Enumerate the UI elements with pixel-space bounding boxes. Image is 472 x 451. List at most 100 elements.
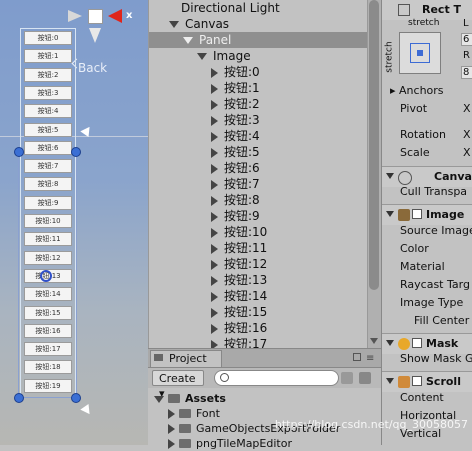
hierarchy-item-button[interactable]: 按钮:17 bbox=[149, 336, 382, 348]
fold-open-icon[interactable] bbox=[154, 395, 164, 403]
fold-closed-icon[interactable] bbox=[211, 115, 218, 126]
gizmo-axis-left-cone[interactable] bbox=[68, 10, 82, 22]
scene-view[interactable]: x Back 按钮:0 按钮:1 按钮:2 按钮:3 按钮:4 按钮:5 按钮:6 按钮:7 按… bbox=[0, 0, 148, 445]
pivot-handle[interactable] bbox=[40, 270, 52, 282]
scene-button-item[interactable]: 按钮:4 bbox=[24, 104, 72, 119]
hierarchy-scroll-thumb[interactable] bbox=[369, 0, 379, 290]
fold-closed-icon[interactable] bbox=[211, 227, 218, 238]
rect-handle-top-right[interactable] bbox=[71, 147, 81, 157]
foldout-icon[interactable] bbox=[386, 211, 394, 217]
fold-closed-icon[interactable] bbox=[211, 339, 218, 348]
folder-font[interactable]: Font bbox=[168, 406, 220, 421]
fold-closed-icon[interactable] bbox=[211, 211, 218, 222]
fold-closed-icon[interactable] bbox=[211, 243, 218, 254]
scene-button-item[interactable]: 按钮:12 bbox=[24, 250, 72, 265]
hierarchy-item-panel[interactable]: Panel bbox=[149, 32, 382, 48]
fold-closed-icon[interactable] bbox=[211, 83, 218, 94]
foldout-icon[interactable] bbox=[386, 378, 394, 384]
hierarchy-item-button[interactable]: 按钮:12 bbox=[149, 256, 382, 272]
hierarchy-item-button[interactable]: 按钮:1 bbox=[149, 80, 382, 96]
foldout-icon[interactable] bbox=[386, 173, 394, 179]
fold-closed-icon[interactable] bbox=[211, 99, 218, 110]
hierarchy-item-button[interactable]: 按钮:2 bbox=[149, 96, 382, 112]
fold-closed-icon[interactable] bbox=[211, 67, 218, 78]
foldout-icon[interactable] bbox=[386, 340, 394, 346]
scroll-rect-header[interactable]: Scroll bbox=[382, 371, 472, 392]
scene-button-item[interactable]: 按钮:11 bbox=[24, 232, 72, 247]
project-search-input[interactable] bbox=[214, 370, 339, 386]
gizmo-axis-down-cone[interactable] bbox=[89, 28, 101, 43]
fold-closed-icon[interactable] bbox=[168, 424, 175, 434]
mask-enabled-checkbox[interactable] bbox=[412, 338, 422, 348]
hierarchy-item-canvas[interactable]: Canvas bbox=[149, 16, 382, 32]
scene-button-item[interactable]: 按钮:0 bbox=[24, 31, 72, 45]
scene-button-item[interactable]: 按钮:8 bbox=[24, 177, 72, 192]
image-component-header[interactable]: Image bbox=[382, 204, 472, 225]
filter-by-label-icon[interactable] bbox=[359, 372, 371, 384]
scene-button-item[interactable]: 按钮:17 bbox=[24, 342, 72, 357]
fold-closed-icon[interactable] bbox=[168, 439, 175, 449]
hierarchy-item-image[interactable]: Image bbox=[149, 48, 382, 64]
fold-closed-icon[interactable] bbox=[211, 195, 218, 206]
scene-button-item[interactable]: 按钮:2 bbox=[24, 67, 72, 82]
lock-icon[interactable] bbox=[353, 353, 361, 361]
fold-closed-icon[interactable] bbox=[211, 307, 218, 318]
canvas-renderer-header[interactable]: Canva bbox=[382, 166, 472, 187]
hierarchy-item-button[interactable]: 按钮:11 bbox=[149, 240, 382, 256]
scene-button-item[interactable]: 按钮:16 bbox=[24, 323, 72, 338]
folder-pngtilemap[interactable]: pngTileMapEditor bbox=[168, 436, 292, 451]
hierarchy-item-button[interactable]: 按钮:9 bbox=[149, 208, 382, 224]
hierarchy-item-button[interactable]: 按钮:6 bbox=[149, 160, 382, 176]
fold-closed-icon[interactable] bbox=[211, 179, 218, 190]
hierarchy-item-button[interactable]: 按钮:8 bbox=[149, 192, 382, 208]
fold-closed-icon[interactable] bbox=[211, 323, 218, 334]
image-enabled-checkbox[interactable] bbox=[412, 209, 422, 219]
mask-component-header[interactable]: Mask bbox=[382, 333, 472, 354]
fold-open-icon[interactable] bbox=[197, 53, 207, 60]
scene-button-item[interactable]: 按钮:1 bbox=[24, 49, 72, 64]
hierarchy-item-button[interactable]: 按钮:7 bbox=[149, 176, 382, 192]
scene-button-item[interactable]: 按钮:18 bbox=[24, 360, 72, 375]
hierarchy-item-button[interactable]: 按钮:0 bbox=[149, 64, 382, 80]
fold-open-icon[interactable] bbox=[183, 37, 193, 44]
hierarchy-item-button[interactable]: 按钮:3 bbox=[149, 112, 382, 128]
fold-open-icon[interactable] bbox=[169, 21, 179, 28]
gizmo-center-cube[interactable] bbox=[88, 9, 103, 24]
hierarchy-item-button[interactable]: 按钮:16 bbox=[149, 320, 382, 336]
scene-button-item[interactable]: 按钮:10 bbox=[24, 214, 72, 228]
hierarchy-item-button[interactable]: 按钮:4 bbox=[149, 128, 382, 144]
panel-menu-icon[interactable]: ≡ bbox=[366, 353, 374, 364]
rect-handle-bottom-right[interactable] bbox=[71, 393, 81, 403]
hierarchy-item-button[interactable]: 按钮:5 bbox=[149, 144, 382, 160]
anchor-triangle-bottom[interactable] bbox=[80, 403, 94, 418]
fold-closed-icon[interactable] bbox=[211, 131, 218, 142]
fold-closed-icon[interactable] bbox=[211, 291, 218, 302]
rect-handle-bottom-left[interactable] bbox=[14, 393, 24, 403]
hierarchy-item-directional-light[interactable]: Directional Light bbox=[149, 0, 382, 16]
rect-field-2[interactable]: 8 bbox=[461, 66, 472, 79]
filter-by-type-icon[interactable] bbox=[341, 372, 353, 384]
scene-button-item[interactable]: 按钮:7 bbox=[24, 159, 72, 174]
fold-closed-icon[interactable] bbox=[211, 259, 218, 270]
folder-assets[interactable]: Assets bbox=[154, 391, 226, 406]
scroll-down-arrow-icon[interactable] bbox=[370, 338, 378, 344]
rect-transform-header[interactable]: Rect T bbox=[382, 0, 472, 20]
scene-button-item[interactable]: 按钮:19 bbox=[24, 378, 72, 393]
fold-closed-icon[interactable] bbox=[168, 409, 175, 419]
scene-button-item[interactable]: 按钮:15 bbox=[24, 305, 72, 320]
scene-button-item[interactable]: 按钮:6 bbox=[24, 140, 72, 155]
scene-button-item[interactable]: 按钮:14 bbox=[24, 287, 72, 302]
fold-closed-icon[interactable] bbox=[211, 275, 218, 286]
hierarchy-item-button[interactable]: 按钮:13 bbox=[149, 272, 382, 288]
hierarchy-item-button[interactable]: 按钮:14 bbox=[149, 288, 382, 304]
scene-button-item[interactable]: 按钮:5 bbox=[24, 122, 72, 137]
create-dropdown[interactable]: Create ▾ bbox=[152, 370, 204, 400]
scene-button-item[interactable]: 按钮:9 bbox=[24, 195, 72, 210]
rect-handle-top-left[interactable] bbox=[14, 147, 24, 157]
hierarchy-item-button[interactable]: 按钮:15 bbox=[149, 304, 382, 320]
scroll-enabled-checkbox[interactable] bbox=[412, 376, 422, 386]
hierarchy-item-button[interactable]: 按钮:10 bbox=[149, 224, 382, 240]
anchors-foldout[interactable]: ▸ Anchors bbox=[390, 84, 444, 97]
fold-closed-icon[interactable] bbox=[211, 147, 218, 158]
scene-button-item[interactable]: 按钮:3 bbox=[24, 85, 72, 100]
